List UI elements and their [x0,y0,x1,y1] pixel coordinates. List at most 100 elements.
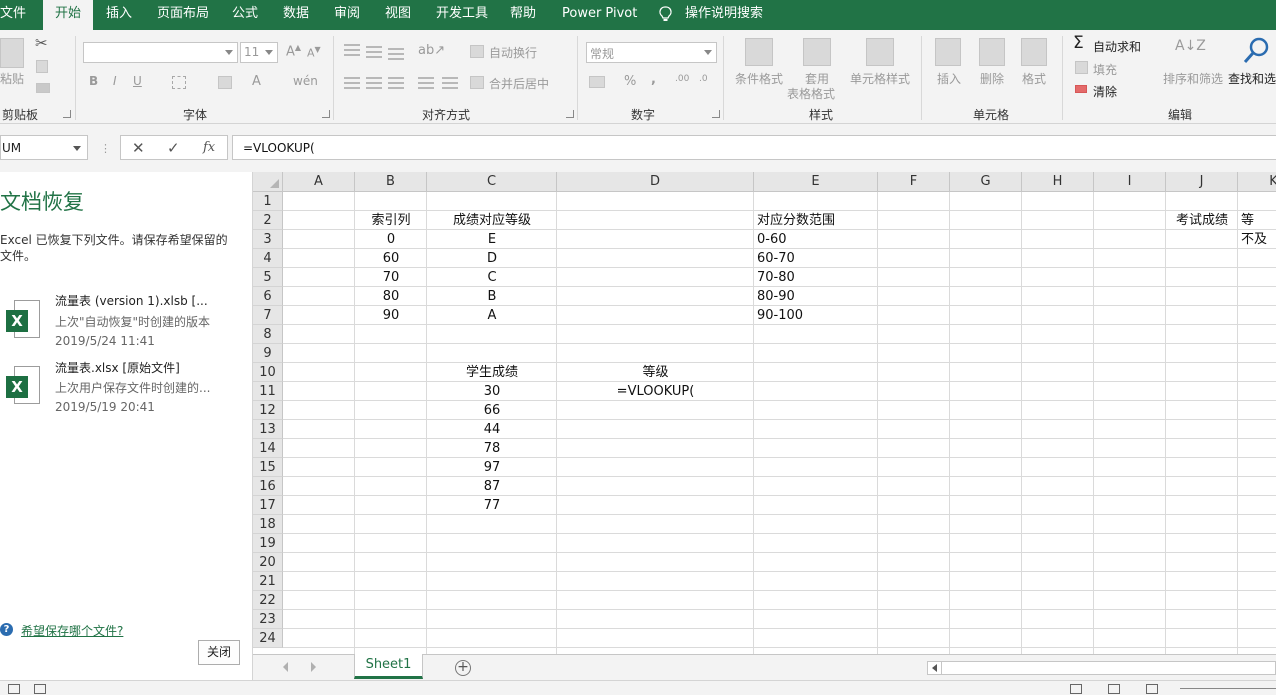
cell-e6[interactable]: 80-90 [754,287,878,306]
tab-insert[interactable]: 插入 [106,0,132,30]
orientation-icon[interactable]: ab↗ [418,43,445,58]
worksheet-grid[interactable]: A B C D E F G H I J K 1 2 3 4 5 6 7 8 9 10 11 12 13 14 15 16 17 18 19… [253,172,1276,654]
find-select-button[interactable]: 查找和选 [1228,70,1276,87]
sort-filter-button[interactable]: 排序和筛选 [1163,70,1223,87]
cell-c6[interactable]: B [427,287,557,306]
decrease-decimal-icon[interactable]: .0 [699,74,708,84]
row-header-20[interactable]: 20 [253,553,283,572]
clipboard-launcher-icon[interactable] [63,110,71,118]
column-header-g[interactable]: G [950,172,1022,192]
cell-c13[interactable]: 44 [427,420,557,439]
tab-view[interactable]: 视图 [385,0,411,30]
font-size-combo[interactable]: 11 [240,42,278,63]
tab-home[interactable]: 开始 [43,0,94,31]
cell-styles-button[interactable]: 单元格样式 [850,70,910,87]
insert-cells-icon[interactable] [935,38,961,66]
italic-button[interactable]: I [113,74,117,88]
recovered-file-name[interactable]: 流量表 (version 1).xlsb [... [55,292,208,309]
enter-icon[interactable]: ✓ [167,139,180,157]
which-file-help-link[interactable]: 希望保存哪个文件? [21,622,123,639]
cell-b4[interactable]: 60 [355,249,427,268]
autosum-icon[interactable]: Σ [1073,33,1084,53]
row-header-14[interactable]: 14 [253,439,283,458]
chevron-down-icon[interactable] [73,146,81,151]
paste-icon[interactable] [0,38,24,68]
row-header-23[interactable]: 23 [253,610,283,629]
align-middle-icon[interactable] [366,46,382,58]
row-header-7[interactable]: 7 [253,306,283,325]
conditional-format-icon[interactable] [745,38,773,66]
row-header-6[interactable]: 6 [253,287,283,306]
cell-k2[interactable]: 等 [1238,211,1276,230]
percent-button[interactable]: % [624,74,636,89]
font-color-icon[interactable]: A [252,74,261,89]
cell-j2[interactable]: 考试成绩 [1166,211,1238,230]
font-launcher-icon[interactable] [322,110,330,118]
copy-icon[interactable] [36,60,48,73]
page-layout-view-icon[interactable] [1108,684,1120,694]
decrease-font-icon[interactable]: A▼ [307,45,321,60]
row-header-13[interactable]: 13 [253,420,283,439]
cell-c5[interactable]: C [427,268,557,287]
scroll-left-icon[interactable] [283,662,288,672]
cell-c4[interactable]: D [427,249,557,268]
accounting-format-icon[interactable] [589,76,605,88]
column-header-d[interactable]: D [557,172,754,192]
increase-decimal-icon[interactable]: .00 [675,74,689,84]
close-button[interactable]: 关闭 [198,640,240,665]
row-header-24[interactable]: 24 [253,629,283,648]
increase-indent-icon[interactable] [442,77,458,89]
column-header-e[interactable]: E [754,172,878,192]
formula-input[interactable]: =VLOOKUP( [232,135,1276,160]
wrap-text-icon[interactable] [470,45,484,58]
row-header-12[interactable]: 12 [253,401,283,420]
tab-formulas[interactable]: 公式 [232,0,258,30]
column-header-f[interactable]: F [878,172,950,192]
cell-k3[interactable]: 不及 [1238,230,1276,249]
cell-c12[interactable]: 66 [427,401,557,420]
cell-b2[interactable]: 索引列 [355,211,427,230]
delete-cells-icon[interactable] [979,38,1005,66]
phonetic-icon[interactable]: wén [293,74,318,88]
number-format-combo[interactable]: 常规 [586,42,717,63]
row-header-18[interactable]: 18 [253,515,283,534]
conditional-format-button[interactable]: 条件格式 [735,70,783,87]
cell-b7[interactable]: 90 [355,306,427,325]
sort-filter-icon[interactable]: A↓Z [1175,38,1206,54]
bold-button[interactable]: B [89,74,98,88]
tab-help[interactable]: 帮助 [510,0,536,30]
cell-c11[interactable]: 30 [427,382,557,401]
cell-styles-icon[interactable] [866,38,894,66]
tab-developer[interactable]: 开发工具 [436,0,488,30]
clear-button[interactable]: 清除 [1093,83,1117,100]
fill-button[interactable]: 填充 [1093,61,1117,78]
merge-center-button[interactable]: 合并后居中 [489,75,549,92]
macro-record-icon[interactable] [34,684,46,694]
column-header-i[interactable]: I [1094,172,1166,192]
align-right-icon[interactable] [388,77,404,89]
tab-review[interactable]: 审阅 [334,0,360,30]
insert-cells-button[interactable]: 插入 [937,70,961,87]
recovered-file-name[interactable]: 流量表.xlsx [原始文件] [55,359,180,376]
align-bottom-icon[interactable] [388,48,404,60]
tell-me-search[interactable]: 操作说明搜索 [685,0,763,30]
row-header-19[interactable]: 19 [253,534,283,553]
comma-button[interactable]: , [651,72,656,87]
tab-page-layout[interactable]: 页面布局 [157,0,209,30]
sheet-tab[interactable]: Sheet1 [354,654,423,679]
format-cells-button[interactable]: 格式 [1022,70,1046,87]
row-header-17[interactable]: 17 [253,496,283,515]
cell-c7[interactable]: A [427,306,557,325]
fill-icon[interactable] [1075,61,1088,74]
cell-c17[interactable]: 77 [427,496,557,515]
cell-c15[interactable]: 97 [427,458,557,477]
increase-font-icon[interactable]: A▲ [286,43,301,59]
cell-b6[interactable]: 80 [355,287,427,306]
format-painter-icon[interactable] [36,83,50,93]
row-header-22[interactable]: 22 [253,591,283,610]
eraser-icon[interactable] [1075,85,1087,93]
horizontal-scrollbar[interactable] [927,661,1276,675]
row-header-15[interactable]: 15 [253,458,283,477]
align-left-icon[interactable] [344,77,360,89]
tab-data[interactable]: 数据 [283,0,309,30]
